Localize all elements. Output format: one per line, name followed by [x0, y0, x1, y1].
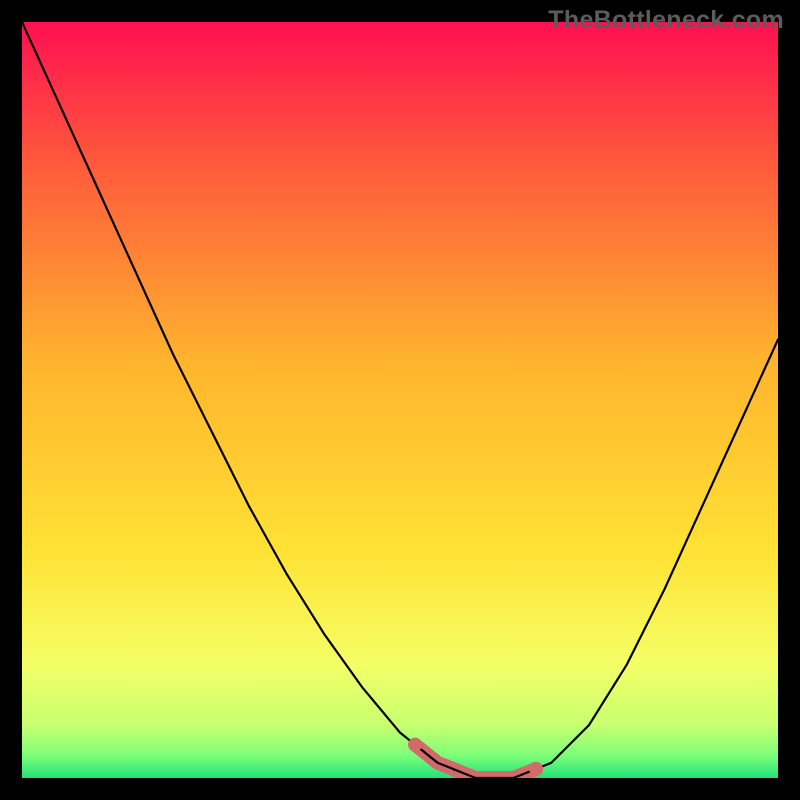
gradient-background	[22, 22, 778, 778]
watermark-text: TheBottleneck.com	[548, 6, 784, 35]
highlight-endpoint-right	[529, 762, 543, 776]
highlight-endpoint-left	[408, 738, 422, 752]
bottleneck-chart	[22, 22, 778, 778]
chart-container: TheBottleneck.com	[0, 0, 800, 800]
